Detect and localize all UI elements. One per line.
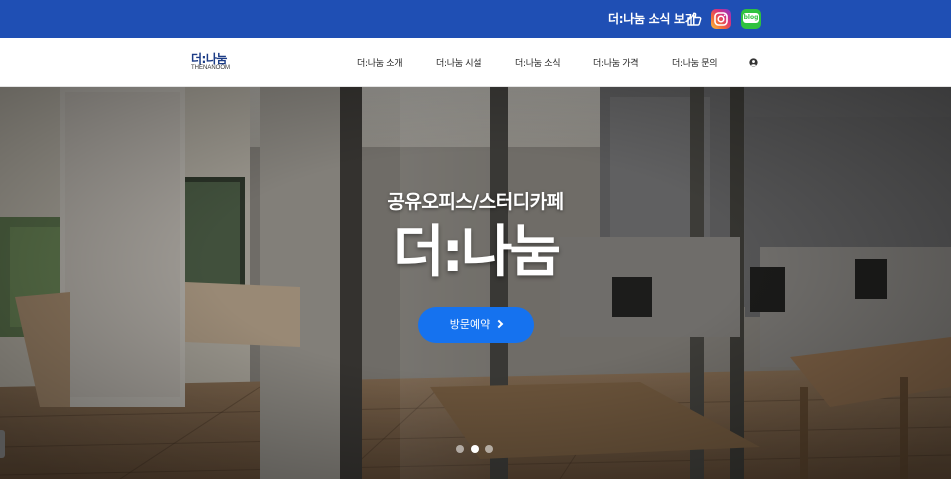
news-link[interactable]: 더:나눔 소식 보기 <box>608 0 696 38</box>
hero-banner: 공유오피스/스터디카페 더:나눔 방문예약 <box>0 87 951 479</box>
site-logo[interactable]: 더:나눔 THENANOOM <box>191 52 241 74</box>
slider-dot-3[interactable] <box>485 445 493 453</box>
blog-label: blog <box>743 13 759 23</box>
user-circle-icon[interactable] <box>749 58 758 67</box>
slider-dot-1[interactable] <box>456 445 464 453</box>
nav-item-facilities[interactable]: 더:나눔 시설 <box>436 56 482 69</box>
top-promo-bar: 더:나눔 소식 보기 blog <box>0 0 951 38</box>
thumbs-up-icon[interactable] <box>686 11 702 27</box>
blog-icon[interactable]: blog <box>741 9 761 29</box>
hero-title: 더:나눔 <box>393 220 561 285</box>
instagram-icon[interactable] <box>711 9 731 29</box>
nav-item-about[interactable]: 더:나눔 소개 <box>357 56 403 69</box>
slider-dot-2[interactable] <box>471 445 479 453</box>
main-navbar: 더:나눔 THENANOOM 더:나눔 소개 더:나눔 시설 더:나눔 소식 더… <box>0 38 951 87</box>
visit-reservation-button[interactable]: 방문예약 <box>418 307 534 343</box>
nav-item-pricing[interactable]: 더:나눔 가격 <box>593 56 639 69</box>
chevron-right-icon <box>494 319 504 329</box>
logo-english: THENANOOM <box>191 65 230 71</box>
nav-item-inquiry[interactable]: 더:나눔 문의 <box>672 56 718 69</box>
nav-item-news[interactable]: 더:나눔 소식 <box>515 56 561 69</box>
side-scroll-tab[interactable] <box>0 430 5 458</box>
visit-reservation-label: 방문예약 <box>449 318 491 331</box>
